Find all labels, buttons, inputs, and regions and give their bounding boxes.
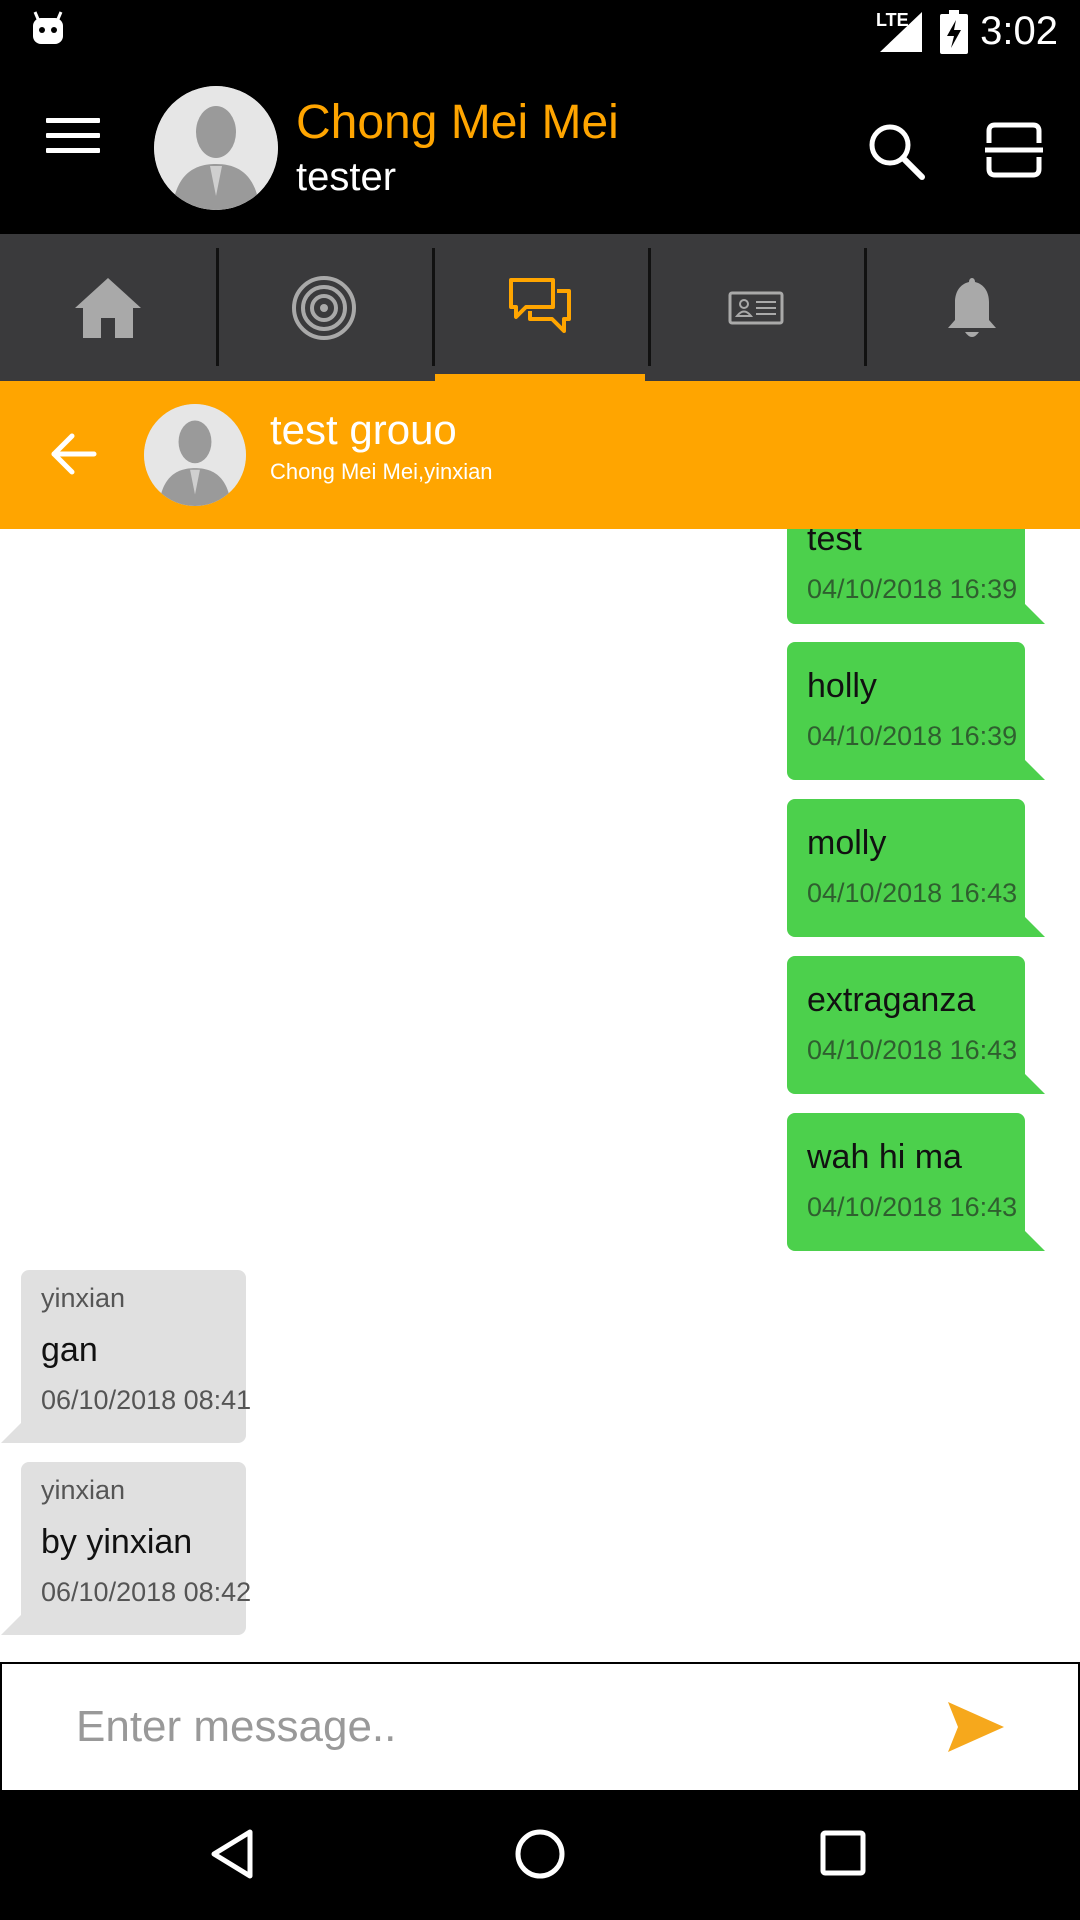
android-notification-icon bbox=[33, 11, 63, 44]
radar-icon bbox=[292, 275, 356, 340]
message-time: 04/10/2018 16:43 bbox=[807, 1192, 1018, 1222]
message-text: by yinxian bbox=[41, 1523, 193, 1561]
sent-message-bubble[interactable]: test 04/10/2018 16:39 bbox=[787, 529, 1045, 624]
nav-recents-icon[interactable] bbox=[820, 1830, 866, 1876]
received-message-bubble[interactable]: yinxian by yinxian 06/10/2018 08:42 bbox=[1, 1462, 251, 1635]
message-text: test bbox=[807, 529, 862, 558]
message-input[interactable] bbox=[74, 1690, 898, 1764]
home-icon bbox=[75, 277, 141, 338]
user-status: tester bbox=[296, 155, 397, 199]
sent-message-bubble[interactable]: extraganza 04/10/2018 16:43 bbox=[787, 956, 1045, 1094]
status-bar: LTE 3:02 bbox=[0, 0, 1080, 63]
scan-icon[interactable] bbox=[985, 121, 1043, 179]
message-text: extraganza bbox=[807, 981, 976, 1019]
app-header: Chong Mei Mei tester bbox=[0, 63, 1080, 234]
message-time: 04/10/2018 16:39 bbox=[807, 721, 1018, 751]
system-nav-bar bbox=[0, 1790, 1080, 1920]
person-placeholder-icon bbox=[154, 86, 278, 210]
tab-contacts[interactable] bbox=[648, 234, 864, 381]
status-time: 3:02 bbox=[980, 9, 1058, 53]
message-time: 04/10/2018 16:43 bbox=[807, 1035, 1018, 1065]
message-text: molly bbox=[807, 824, 887, 862]
message-time: 06/10/2018 08:42 bbox=[41, 1577, 252, 1607]
message-sender: yinxian bbox=[41, 1475, 126, 1505]
sent-message-bubble[interactable]: molly 04/10/2018 16:43 bbox=[787, 799, 1045, 937]
send-icon[interactable] bbox=[946, 1700, 1006, 1754]
message-list[interactable]: test 04/10/2018 16:39 holly 04/10/2018 1… bbox=[0, 529, 1080, 1662]
tab-radar[interactable] bbox=[216, 234, 432, 381]
sent-message-bubble[interactable]: wah hi ma 04/10/2018 16:43 bbox=[787, 1113, 1045, 1251]
message-text: gan bbox=[41, 1331, 98, 1369]
message-time: 04/10/2018 16:39 bbox=[807, 574, 1018, 604]
conversation-title: test grouo bbox=[270, 406, 457, 453]
chat-icon bbox=[509, 277, 571, 333]
message-text: wah hi ma bbox=[807, 1138, 962, 1176]
nav-home-icon[interactable] bbox=[514, 1828, 566, 1880]
main-tab-bar bbox=[0, 234, 1080, 381]
user-name: Chong Mei Mei bbox=[296, 96, 619, 149]
tab-chats[interactable] bbox=[432, 234, 648, 381]
tab-home[interactable] bbox=[0, 234, 216, 381]
conversation-members: Chong Mei Mei,yinxian bbox=[270, 459, 493, 484]
message-composer bbox=[0, 1662, 1080, 1792]
tab-notifications[interactable] bbox=[864, 234, 1080, 381]
bell-icon bbox=[948, 277, 996, 337]
menu-icon[interactable] bbox=[46, 118, 100, 153]
user-avatar[interactable] bbox=[154, 86, 278, 210]
message-time: 06/10/2018 08:41 bbox=[41, 1385, 252, 1415]
battery-charging-icon bbox=[940, 10, 968, 54]
conversation-header: test grouo Chong Mei Mei,yinxian bbox=[0, 381, 1080, 529]
back-arrow-icon[interactable] bbox=[48, 429, 98, 479]
received-message-bubble[interactable]: yinxian gan 06/10/2018 08:41 bbox=[1, 1270, 251, 1443]
contact-card-icon bbox=[728, 291, 784, 324]
group-avatar[interactable] bbox=[144, 404, 246, 506]
message-sender: yinxian bbox=[41, 1283, 126, 1313]
search-icon[interactable] bbox=[866, 121, 926, 181]
message-time: 04/10/2018 16:43 bbox=[807, 878, 1018, 908]
nav-back-icon[interactable] bbox=[208, 1828, 256, 1880]
message-text: holly bbox=[807, 667, 877, 705]
sent-message-bubble[interactable]: holly 04/10/2018 16:39 bbox=[787, 642, 1045, 780]
signal-icon bbox=[880, 12, 922, 52]
person-placeholder-icon bbox=[144, 404, 246, 506]
